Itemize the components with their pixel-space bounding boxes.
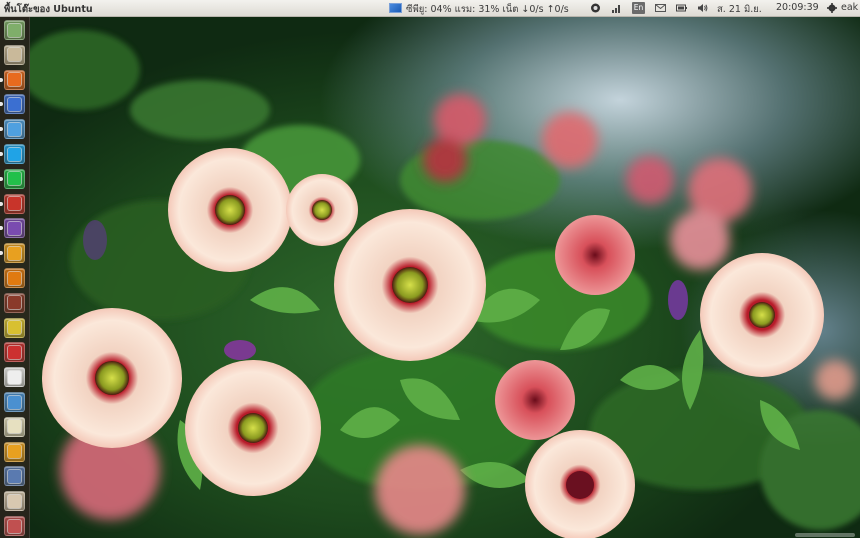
wallpaper-art [20, 30, 860, 538]
window-title: พื้นโต๊ะของ Ubuntu [4, 4, 93, 15]
launcher-item-filezilla[interactable] [4, 193, 25, 214]
emesene-icon [8, 221, 21, 235]
notes-icon [8, 420, 21, 434]
system-monitor-icon[interactable] [389, 3, 402, 13]
chromium-icon [8, 97, 21, 111]
launcher-item-recorder[interactable] [4, 342, 25, 363]
launcher-item-firefox[interactable] [4, 69, 25, 90]
text-editor-icon [8, 370, 21, 384]
ubuntu-one-icon[interactable] [590, 3, 601, 13]
launcher-item-skype[interactable] [4, 144, 25, 164]
launcher-item-rhythmbox[interactable] [4, 317, 25, 338]
launcher-item-dash-home[interactable] [4, 20, 25, 40]
launcher-item-workspace-switcher[interactable] [4, 466, 25, 487]
vlc-icon [8, 271, 21, 285]
running-indicator [0, 127, 3, 132]
running-indicator [0, 226, 3, 231]
running-indicator [0, 77, 3, 82]
launcher-item-pidgin[interactable] [4, 119, 25, 140]
desktop-wallpaper [0, 0, 860, 538]
pidgin-icon [8, 122, 21, 136]
launcher-item-calendar[interactable] [4, 491, 25, 512]
trash-icon [8, 519, 21, 533]
launcher-item-screenshot[interactable] [4, 292, 25, 313]
system-monitor-label[interactable]: ซีพียู: 04% แรม: 31% เน็ต ↓0/s ↑0/s [406, 2, 569, 17]
user-name-label[interactable]: eak [841, 2, 858, 13]
launcher-item-text-editor[interactable] [4, 367, 25, 388]
keyboard-layout-indicator[interactable]: En [632, 2, 645, 14]
system-settings-icon [8, 445, 21, 459]
launcher-item-vlc-orange[interactable] [4, 243, 25, 264]
unity-launcher [0, 17, 30, 538]
launcher-item-system-settings[interactable] [4, 441, 25, 462]
recorder-icon [8, 345, 21, 359]
workspace-switcher-icon [8, 469, 21, 483]
vlc-orange-icon [8, 246, 21, 260]
network-signal-icon[interactable] [611, 3, 622, 13]
launcher-item-vlc[interactable] [4, 268, 25, 288]
battery-icon[interactable] [676, 3, 687, 13]
running-indicator [0, 102, 3, 107]
mail-icon[interactable] [655, 3, 666, 13]
launcher-item-files[interactable] [4, 44, 25, 65]
top-panel: พื้นโต๊ะของ Ubuntu ซีพียู: 04% แรม: 31% … [0, 0, 860, 17]
software-center-icon [8, 395, 21, 409]
running-indicator [0, 251, 3, 256]
launcher-item-line[interactable] [4, 168, 25, 189]
volume-icon[interactable] [697, 3, 708, 13]
filezilla-icon [8, 197, 21, 211]
gear-icon[interactable] [827, 3, 838, 13]
launcher-item-chromium[interactable] [4, 94, 25, 115]
launcher-item-emesene[interactable] [4, 218, 25, 239]
rhythmbox-icon [8, 321, 21, 335]
workspace-hint [795, 533, 855, 537]
dash-home-icon [8, 23, 21, 37]
launcher-item-trash[interactable] [4, 516, 25, 536]
line-icon [8, 172, 21, 186]
files-icon [8, 48, 21, 62]
skype-icon [8, 147, 21, 161]
screenshot-icon [8, 296, 21, 310]
running-indicator [0, 176, 3, 181]
launcher-item-notes[interactable] [4, 416, 25, 437]
running-indicator [0, 152, 3, 156]
running-indicator [0, 201, 3, 206]
calendar-icon [8, 494, 21, 508]
firefox-icon [8, 73, 21, 87]
date-label[interactable]: ส. 21 มิ.ย. [717, 2, 762, 17]
launcher-item-software-center[interactable] [4, 392, 25, 412]
clock-label[interactable]: 20:09:39 [776, 2, 819, 13]
